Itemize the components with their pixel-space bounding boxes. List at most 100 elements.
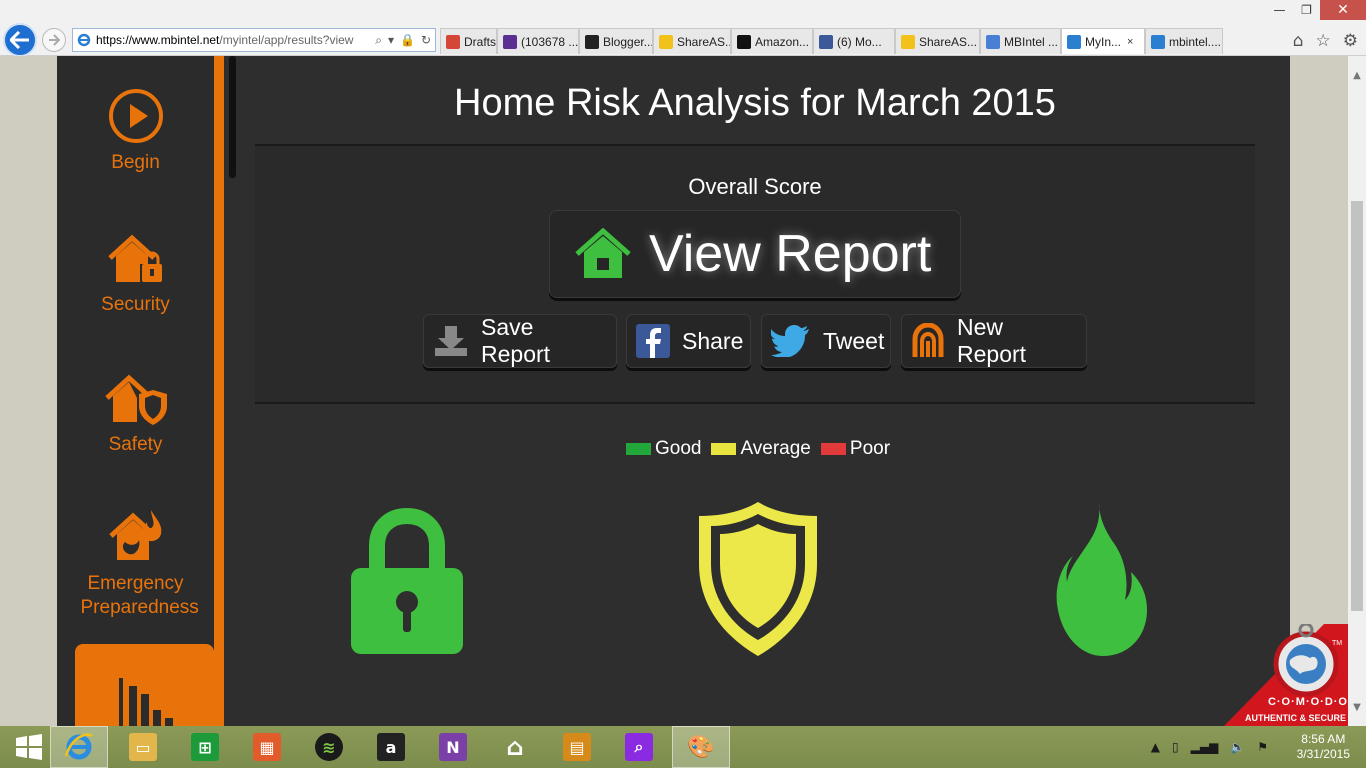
flame-icon[interactable] <box>1055 500 1149 658</box>
browser-tab[interactable]: ShareAS... <box>895 28 980 54</box>
legend-good-swatch <box>625 443 651 455</box>
download-icon <box>435 326 467 356</box>
store-icon: ⊞ <box>191 733 219 761</box>
save-report-label: Save Report <box>481 314 551 367</box>
new-report-label: New Report <box>957 314 1027 367</box>
home-app-icon: ⌂ <box>506 733 524 761</box>
dropdown-icon[interactable]: ▾ <box>388 33 394 48</box>
tab-favicon-icon <box>503 34 517 49</box>
tweet-button[interactable]: Tweet <box>761 314 891 368</box>
sidebar: Begin Security Safety Emergency Prepared… <box>57 56 224 726</box>
scroll-up-arrow-icon[interactable]: ▲ <box>1348 66 1366 84</box>
twitter-bird-icon <box>771 325 809 357</box>
lock-icon[interactable]: 🔒 <box>400 33 415 48</box>
scroll-down-arrow-icon[interactable]: ▼ <box>1348 698 1366 716</box>
favorites-star-icon[interactable]: ☆ <box>1316 31 1331 51</box>
taskbar-spotify[interactable]: ≋ <box>300 726 358 768</box>
network-signal-icon[interactable]: ▂▄▆ <box>1191 740 1219 754</box>
minimize-button[interactable]: — <box>1266 0 1293 20</box>
sidebar-item-label: Begin <box>111 152 160 173</box>
tab-label: Drafts (1... <box>464 34 497 49</box>
browser-tab[interactable]: Amazon... <box>731 28 813 54</box>
overall-score-label: Overall Score <box>688 174 822 199</box>
tab-label: Blogger... <box>603 34 653 49</box>
tab-favicon-icon <box>446 34 460 49</box>
back-arrow-icon <box>10 31 29 49</box>
sidebar-scrollbar[interactable] <box>229 56 236 178</box>
windows-logo-icon <box>16 734 42 760</box>
clock[interactable]: 8:56 AM 3/31/2015 <box>1297 732 1350 762</box>
tab-label: Amazon... <box>755 34 810 49</box>
facebook-icon <box>636 324 670 358</box>
bar-chart-icon <box>119 678 173 726</box>
taskbar-app[interactable]: ▤ <box>548 726 606 768</box>
spotify-icon: ≋ <box>315 733 343 761</box>
taskbar-amazon[interactable]: a <box>362 726 420 768</box>
legend-average-label: Average <box>740 438 811 459</box>
taskbar-home[interactable]: ⌂ <box>486 726 544 768</box>
taskbar-onenote[interactable]: N <box>424 726 482 768</box>
browser-tab[interactable]: Blogger... <box>579 28 653 54</box>
tab-label: MyIn... <box>1085 34 1122 49</box>
back-button[interactable] <box>3 23 37 57</box>
comodo-tagline: AUTHENTIC & SECURE <box>1244 713 1346 723</box>
restore-button[interactable]: ❐ <box>1293 0 1320 20</box>
view-report-label: View Report <box>649 225 932 283</box>
browser-tab[interactable]: ShareAS... <box>653 28 731 54</box>
sidebar-item-emergency-preparedness[interactable]: Emergency Preparedness <box>57 508 214 620</box>
browser-tab[interactable]: mbintel.... <box>1145 28 1223 54</box>
forward-button[interactable] <box>42 28 66 52</box>
taskbar-store[interactable]: ⊞ <box>176 726 234 768</box>
save-report-button[interactable]: Save Report <box>423 314 617 368</box>
house-shield-icon <box>104 374 167 425</box>
address-bar[interactable]: https://www.mbintel.net/myintel/app/resu… <box>72 28 436 52</box>
home-icon <box>575 228 631 278</box>
legend-average-swatch <box>711 443 737 455</box>
flag-icon[interactable]: ⚑ <box>1257 740 1268 754</box>
search-icon[interactable]: ⌕ <box>375 33 382 48</box>
comodo-seal-icon <box>1224 622 1348 726</box>
scrollbar-thumb[interactable] <box>1351 201 1363 611</box>
device-icon[interactable]: ▯ <box>1172 740 1179 754</box>
browser-tab[interactable]: MBIntel ... <box>980 28 1061 54</box>
view-report-button[interactable]: View Report <box>549 210 961 298</box>
sidebar-item-security[interactable]: Security <box>57 234 214 316</box>
browser-tab[interactable]: Drafts (1... <box>440 28 497 54</box>
browser-tab[interactable]: (6) Mo... <box>813 28 895 54</box>
taskbar-paint[interactable]: 🎨 <box>672 726 730 768</box>
new-report-button[interactable]: New Report <box>901 314 1087 368</box>
browser-tab[interactable]: MyIn... × <box>1061 28 1145 54</box>
sidebar-item-results[interactable] <box>75 644 214 726</box>
refresh-icon[interactable]: ↻ <box>421 33 431 48</box>
share-button[interactable]: Share <box>626 314 751 368</box>
photos-icon: ▦ <box>253 733 281 761</box>
tab-label: (6) Mo... <box>837 34 882 49</box>
tab-label: MBIntel ... <box>1004 34 1059 49</box>
taskbar-file-explorer[interactable]: ▭ <box>114 726 172 768</box>
sidebar-item-begin[interactable]: Begin <box>57 88 214 174</box>
close-window-button[interactable]: ✕ <box>1320 0 1366 20</box>
volume-icon[interactable]: 🔈 <box>1230 740 1245 754</box>
lock-icon[interactable] <box>349 508 465 656</box>
play-icon <box>108 89 163 143</box>
tab-favicon-icon <box>1067 34 1081 49</box>
page-scrollbar[interactable]: ▲ ▼ <box>1348 56 1366 726</box>
comodo-badge[interactable]: TM C·O·M·O·D·O AUTHENTIC & SECURE <box>1224 622 1348 726</box>
system-tray: ▲ ▯ ▂▄▆ 🔈 ⚑ <box>1151 740 1268 754</box>
legend: Good Average Poor <box>255 438 1255 460</box>
internet-explorer-icon <box>64 733 93 760</box>
taskbar-search-app[interactable]: ⌕ <box>610 726 668 768</box>
sidebar-item-safety[interactable]: Safety <box>57 374 214 456</box>
show-hidden-icons-icon[interactable]: ▲ <box>1151 740 1160 754</box>
comodo-tm: TM <box>1332 640 1343 647</box>
tab-close-icon[interactable]: × <box>1127 36 1133 48</box>
sidebar-item-label: Safety <box>108 434 163 455</box>
legend-poor-label: Poor <box>849 438 891 459</box>
browser-tab[interactable]: (103678 ... <box>497 28 579 54</box>
taskbar-ie[interactable] <box>50 726 108 768</box>
shield-icon[interactable] <box>697 500 819 658</box>
home-icon[interactable]: ⌂ <box>1293 31 1304 51</box>
taskbar-photos[interactable]: ▦ <box>238 726 296 768</box>
sidebar-item-label: Security <box>101 294 170 315</box>
settings-gear-icon[interactable]: ⚙ <box>1343 31 1358 51</box>
